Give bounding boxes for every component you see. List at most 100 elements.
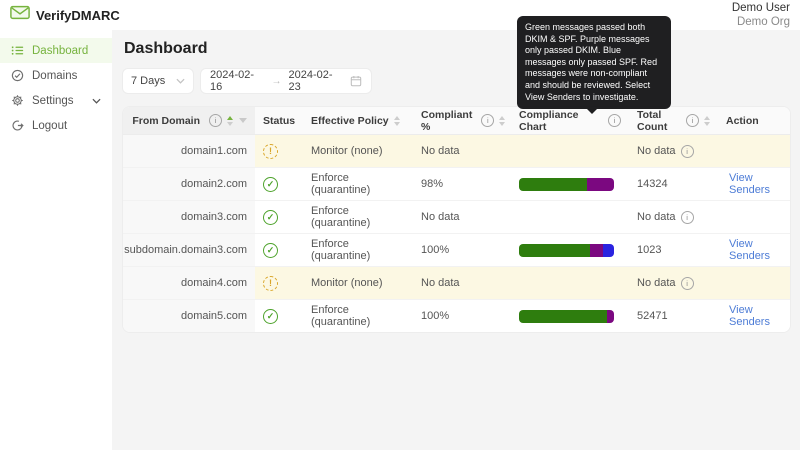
- column-label: Total Count: [637, 109, 677, 133]
- column-label: Effective Policy: [311, 115, 389, 127]
- calendar-icon: [350, 75, 362, 87]
- sort-caret-up: [704, 116, 710, 120]
- cell-action: [718, 135, 790, 167]
- table-body: domain1.com! Monitor (none) No data No data…: [123, 135, 790, 332]
- user-block[interactable]: Demo User Demo Org: [732, 1, 790, 30]
- column-header-status: Status: [255, 107, 303, 135]
- column-header-total-count[interactable]: Total Count i: [629, 107, 718, 135]
- cell-action: View Senders: [718, 234, 790, 266]
- cell-from-domain: domain3.com: [123, 201, 255, 233]
- status-warning-icon: !: [263, 276, 278, 291]
- topbar: VerifyDMARC Demo User Demo Org: [0, 0, 800, 30]
- view-senders-link[interactable]: View Senders: [729, 238, 782, 262]
- date-range-input[interactable]: 2024-02-16 → 2024-02-23: [200, 68, 372, 94]
- cell-compliant-pct: 100%: [413, 234, 511, 266]
- status-warning-icon: !: [263, 144, 278, 159]
- status-ok-icon: ✓: [263, 309, 278, 324]
- page-title: Dashboard: [124, 40, 800, 58]
- info-icon[interactable]: i: [681, 145, 694, 158]
- sidebar-item-logout[interactable]: Logout: [0, 113, 112, 138]
- info-icon[interactable]: i: [681, 211, 694, 224]
- cell-compliant-pct: No data: [413, 267, 511, 299]
- app-window: VerifyDMARC Demo User Demo Org Dashboard: [0, 0, 800, 450]
- view-senders-link[interactable]: View Senders: [729, 172, 782, 196]
- column-label: Action: [726, 115, 759, 127]
- cell-action: [718, 201, 790, 233]
- status-ok-icon: ✓: [263, 177, 278, 192]
- chart-segment-dkim_only: [587, 178, 614, 191]
- info-icon[interactable]: i: [608, 114, 621, 127]
- cell-compliant-pct: No data: [413, 201, 511, 233]
- status-ok-icon: ✓: [263, 243, 278, 258]
- compliance-chart-tooltip: Green messages passed both DKIM & SPF. P…: [517, 16, 671, 109]
- cell-from-domain: domain5.com: [123, 300, 255, 332]
- chevron-down-icon: [92, 98, 101, 104]
- cell-effective-policy: Enforce (quarantine): [303, 168, 413, 200]
- sidebar-item-dashboard[interactable]: Dashboard: [0, 38, 112, 63]
- cell-compliance-chart: [511, 168, 629, 200]
- sidebar-item-label: Domains: [32, 70, 77, 82]
- cell-effective-policy: Enforce (quarantine): [303, 201, 413, 233]
- main-content: Dashboard 7 Days 2024-02-16 → 2024-02-23: [112, 30, 800, 450]
- column-header-from-domain[interactable]: From Domain i: [123, 107, 255, 135]
- cell-total-count: No datai: [629, 267, 718, 299]
- sort-caret-down: [394, 122, 400, 126]
- envelope-logo-icon: [10, 5, 30, 25]
- cell-total-count: No datai: [629, 201, 718, 233]
- table-row: domain1.com!Monitor (none)No dataNo data…: [123, 135, 790, 168]
- date-end-value: 2024-02-23: [289, 69, 344, 93]
- cell-effective-policy: Enforce (quarantine): [303, 234, 413, 266]
- sort-icon[interactable]: [499, 116, 505, 126]
- column-header-action: Action: [718, 107, 790, 135]
- cell-action: [718, 267, 790, 299]
- cell-status: !: [255, 267, 303, 299]
- info-icon[interactable]: i: [681, 277, 694, 290]
- sidebar-item-label: Logout: [32, 120, 67, 132]
- info-icon[interactable]: i: [481, 114, 494, 127]
- logo[interactable]: VerifyDMARC: [10, 5, 120, 25]
- sidebar-item-label: Settings: [32, 95, 74, 107]
- table-row: domain4.com!Monitor (none)No dataNo data…: [123, 267, 790, 300]
- sidebar-item-settings[interactable]: Settings: [0, 88, 112, 113]
- domains-check-icon: [11, 69, 24, 82]
- column-header-compliant-pct[interactable]: Compliant % i: [413, 107, 511, 135]
- view-senders-link[interactable]: View Senders: [729, 304, 782, 328]
- chart-segment-dkim_spf: [519, 244, 590, 257]
- column-header-effective-policy[interactable]: Effective Policy: [303, 107, 413, 135]
- filter-icon[interactable]: [239, 118, 247, 123]
- chart-segment-dkim_spf: [519, 310, 607, 323]
- sidebar-item-domains[interactable]: Domains: [0, 63, 112, 88]
- column-label: Compliant %: [421, 109, 472, 133]
- cell-compliance-chart: [511, 300, 629, 332]
- sort-caret-down: [704, 122, 710, 126]
- domains-table: From Domain i Status Effective Policy Compli…: [122, 106, 791, 333]
- tooltip-text: Green messages passed both DKIM & SPF. P…: [525, 22, 657, 102]
- table-row: domain3.com ✓ Enforce (quarantine)No data N…: [123, 201, 790, 234]
- cell-effective-policy: Enforce (quarantine): [303, 300, 413, 332]
- info-icon[interactable]: i: [209, 114, 222, 127]
- compliance-chart-bar: [519, 310, 614, 323]
- cell-compliance-chart: [511, 234, 629, 266]
- sort-caret-up: [499, 116, 505, 120]
- cell-action: View Senders: [718, 300, 790, 332]
- date-start-value: 2024-02-16: [210, 69, 265, 93]
- cell-effective-policy: Monitor (none): [303, 135, 413, 167]
- cell-status: ✓: [255, 234, 303, 266]
- sort-icon[interactable]: [704, 116, 710, 126]
- sort-icon[interactable]: [227, 116, 233, 126]
- date-range-select-value: 7 Days: [131, 75, 165, 87]
- logo-text: VerifyDMARC: [36, 8, 120, 23]
- status-ok-icon: ✓: [263, 210, 278, 225]
- tooltip-arrow: [587, 109, 597, 114]
- chart-segment-dkim_only: [607, 310, 614, 323]
- date-range-select[interactable]: 7 Days: [122, 68, 194, 94]
- cell-from-domain: domain1.com: [123, 135, 255, 167]
- info-icon[interactable]: i: [686, 114, 699, 127]
- column-header-compliance-chart: Compliance Charti: [511, 107, 629, 135]
- sort-icon[interactable]: [394, 116, 400, 126]
- date-range-arrow-icon: →: [272, 76, 282, 87]
- filters-bar: 7 Days 2024-02-16 → 2024-02-23: [122, 68, 800, 94]
- column-label: From Domain: [132, 115, 200, 127]
- cell-compliant-pct: 100%: [413, 300, 511, 332]
- table-row: domain2.com✓Enforce (quarantine)98%14324…: [123, 168, 790, 201]
